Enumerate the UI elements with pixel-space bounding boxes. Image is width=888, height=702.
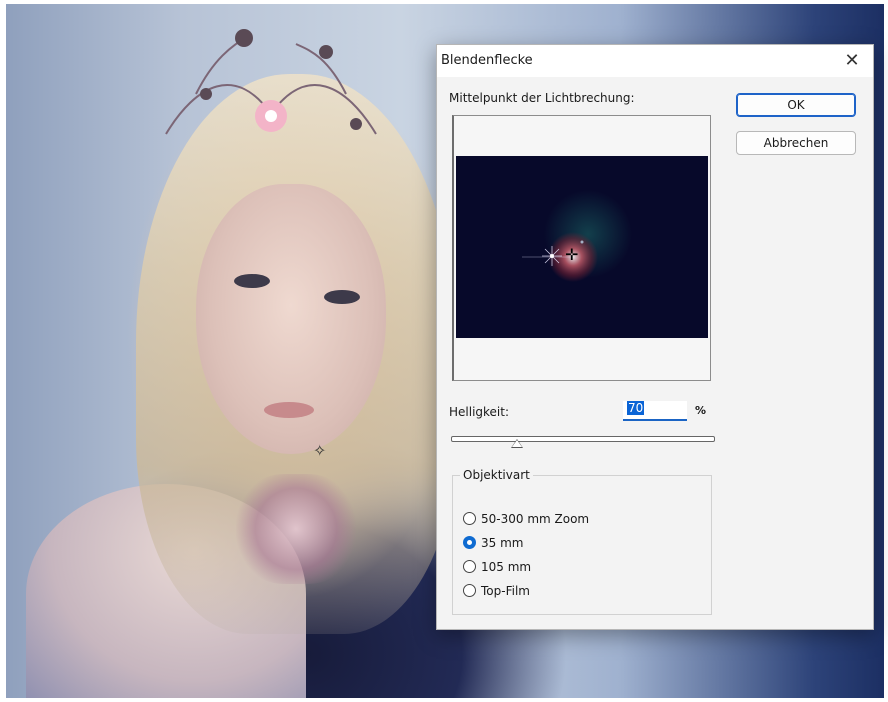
right-eye xyxy=(324,290,360,304)
preview-frame: ✛ xyxy=(452,115,711,381)
close-icon[interactable]: ✕ xyxy=(837,47,867,75)
ok-button[interactable]: OK xyxy=(736,93,856,117)
left-eye xyxy=(234,274,270,288)
flare-preview-graphic xyxy=(522,190,632,282)
lens-type-group: Objektivart 50-300 mm Zoom 35 mm 105 mm … xyxy=(452,468,712,615)
radio-button-selected[interactable] xyxy=(463,536,476,549)
radio-button[interactable] xyxy=(463,512,476,525)
crosshair-cursor-icon: ✧ xyxy=(313,441,327,460)
radio-label: 105 mm xyxy=(481,560,532,574)
radio-50-300mm-zoom[interactable]: 50-300 mm Zoom xyxy=(463,510,589,528)
brightness-input[interactable]: 70 xyxy=(623,401,687,421)
radio-35mm[interactable]: 35 mm xyxy=(463,534,523,552)
lips xyxy=(264,402,314,418)
cancel-button[interactable]: Abbrechen xyxy=(736,131,856,155)
radio-label: Top-Film xyxy=(481,584,530,598)
flare-preview[interactable]: ✛ xyxy=(456,156,708,338)
dialog-title: Blendenflecke xyxy=(441,53,533,68)
radio-label: 50-300 mm Zoom xyxy=(481,512,590,526)
brightness-label: Helligkeit: xyxy=(449,405,510,419)
radio-button[interactable] xyxy=(463,560,476,573)
brightness-slider-thumb[interactable] xyxy=(510,439,523,448)
brightness-slider-track[interactable] xyxy=(451,436,715,442)
radio-button[interactable] xyxy=(463,584,476,597)
title-bar: Blendenflecke ✕ xyxy=(437,45,873,77)
radio-label: 35 mm xyxy=(481,536,524,550)
brightness-value: 70 xyxy=(627,401,645,415)
crosshair-icon[interactable]: ✛ xyxy=(565,246,578,264)
percent-unit: % xyxy=(695,404,707,417)
lens-type-title: Objektivart xyxy=(460,468,533,482)
radio-top-film[interactable]: Top-Film xyxy=(463,582,530,600)
radio-105mm[interactable]: 105 mm xyxy=(463,558,531,576)
lens-flare-dialog: Blendenflecke ✕ Mittelpunkt der Lichtbre… xyxy=(436,44,874,630)
crown-ornament xyxy=(165,29,377,135)
necklace xyxy=(236,474,356,584)
flare-center-label: Mittelpunkt der Lichtbrechung: xyxy=(449,91,635,105)
